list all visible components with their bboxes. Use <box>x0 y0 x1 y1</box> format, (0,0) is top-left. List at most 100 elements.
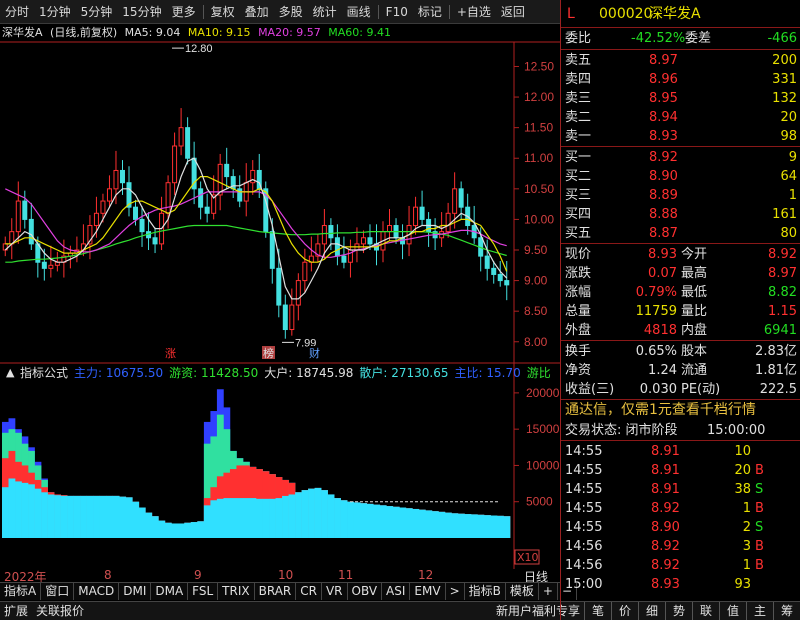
indicator-bar <box>216 498 224 538</box>
toolbar-item[interactable]: 统计 <box>308 0 342 24</box>
bid-price: 8.88 <box>649 207 678 222</box>
ask-label: 卖二 <box>565 110 592 125</box>
toolbar-item[interactable]: 分时 <box>0 0 34 24</box>
indicator-tab[interactable]: MACD <box>74 583 120 600</box>
ma10-line <box>5 176 508 272</box>
bid-row[interactable]: 买三 8.89 1 <box>561 186 800 205</box>
indicator-bar <box>386 506 394 538</box>
fund-value: 2.83亿 <box>755 344 797 359</box>
toolbar-item[interactable]: 叠加 <box>240 0 274 24</box>
bid-row[interactable]: 买五 8.87 80 <box>561 224 800 243</box>
indicator-tab[interactable]: OBV <box>348 583 383 600</box>
ask-row[interactable]: 卖四 8.96 331 <box>561 70 800 89</box>
indicator-bar <box>282 495 289 538</box>
tick-time: 14:55 <box>565 444 603 459</box>
ask-row[interactable]: 卖一 8.93 98 <box>561 127 800 146</box>
indicator-bar <box>67 495 74 538</box>
promo-text: 通达信，仅需1元查看千档行情 <box>565 402 756 418</box>
kline-chart-area[interactable]: 12.50 12.00 11.50 11.00 10.50 10.00 9.50 9.00 8.… <box>0 24 560 569</box>
candle <box>308 236 314 272</box>
toolbar-item[interactable]: 15分钟 <box>117 0 166 24</box>
indicator-bar <box>177 523 185 538</box>
ma5-value: MA5: 9.04 <box>124 26 181 39</box>
bid-row[interactable]: 买二 8.90 64 <box>561 167 800 186</box>
toolbar-item[interactable]: 返回 <box>496 0 530 24</box>
chart-mode[interactable]: (日线,前复权) <box>50 26 117 39</box>
indicator-bar <box>295 492 302 538</box>
tick-price: 8.92 <box>651 558 680 573</box>
extreme-label: 12.80 <box>185 43 213 55</box>
level2-promo[interactable]: 通达信，仅需1元查看千档行情 <box>561 401 800 420</box>
tick-volume: 2 <box>742 520 751 535</box>
indicator-expand-icon[interactable]: ▲ <box>6 366 15 379</box>
stat-label: 总量 <box>565 304 592 319</box>
indicator-bar <box>321 490 328 538</box>
indicator-tab[interactable]: 窗口 <box>41 583 75 600</box>
candle <box>400 224 406 260</box>
zhuli-value: 主力: 10675.50 <box>74 366 163 380</box>
weicha-label: 委差 <box>685 31 712 46</box>
toolbar-item[interactable]: 复权 <box>206 0 240 24</box>
candle <box>159 196 165 250</box>
bid-price: 8.89 <box>649 188 678 203</box>
ask-row[interactable]: 卖二 8.94 20 <box>561 108 800 127</box>
bid-price: 8.92 <box>649 150 678 165</box>
indicator-bar <box>444 512 452 538</box>
candle <box>243 163 249 217</box>
indicator-tab-bar: 指标A 窗口 MACD DMI DMA FSL TRIX BRAR CR VR OBV ASI EMV >… <box>0 582 578 600</box>
toolbar-item[interactable]: F10 <box>381 0 413 24</box>
ask-row[interactable]: 卖三 8.95 132 <box>561 89 800 108</box>
indicator-bar <box>93 495 100 538</box>
status-left-item[interactable]: 扩展 <box>0 602 32 620</box>
candle <box>302 248 308 293</box>
indicator-tab[interactable]: + <box>539 583 558 600</box>
event-marker-label: 涨 <box>165 347 176 360</box>
trade-status-label: 交易状态: 闭市阶段 <box>565 423 678 438</box>
toolbar-item[interactable]: 1分钟 <box>34 0 76 24</box>
bid-price: 8.87 <box>649 226 678 241</box>
indicator-tab[interactable]: 指标A <box>0 583 42 600</box>
status-left-item[interactable]: 关联报价 <box>32 602 88 620</box>
candle <box>74 236 80 263</box>
bid-row[interactable]: 买四 8.88 161 <box>561 205 800 224</box>
toolbar-item[interactable]: 更多 <box>167 0 201 24</box>
ind-tick-label: 10000 <box>526 458 560 472</box>
candle <box>439 212 445 247</box>
indicator-tab[interactable]: CR <box>296 583 322 600</box>
indicator-tab[interactable]: DMA <box>151 583 189 600</box>
toolbar-item[interactable]: +自选 <box>452 0 496 24</box>
toolbar-item[interactable]: 标记 <box>413 0 447 24</box>
toolbar-item[interactable]: 5分钟 <box>76 0 118 24</box>
indicator-tab[interactable]: > <box>446 583 465 600</box>
tick-price: 8.92 <box>651 501 680 516</box>
toolbar-item[interactable]: 画线 <box>342 0 376 24</box>
indicator-tab[interactable]: FSL <box>188 583 219 600</box>
bid-row[interactable]: 买一 8.92 9 <box>561 148 800 167</box>
indicator-tab[interactable]: 指标B <box>465 583 506 600</box>
indicator-tab[interactable]: ASI <box>382 583 411 600</box>
candle <box>22 190 28 229</box>
indicator-tab[interactable]: EMV <box>410 583 446 600</box>
ask-row[interactable]: 卖五 8.97 200 <box>561 51 800 70</box>
tick-volume: 93 <box>734 577 751 592</box>
toolbar-separator <box>448 4 450 19</box>
indicator-bar <box>2 487 9 538</box>
stat-row: 总量 11759 量比 1.15 <box>561 302 800 321</box>
toolbar-item[interactable]: 多股 <box>274 0 308 24</box>
tick-side: S <box>755 482 764 497</box>
bid-label: 买三 <box>565 188 592 203</box>
indicator-tab[interactable]: BRAR <box>255 583 297 600</box>
tick-volume: 20 <box>734 463 751 478</box>
indicator-tab[interactable]: TRIX <box>218 583 255 600</box>
indicator-tab[interactable]: 模板 <box>506 583 539 600</box>
ask-price: 8.94 <box>649 110 678 125</box>
ask-price: 8.96 <box>649 72 678 87</box>
candle <box>230 169 236 198</box>
indicator-tab[interactable]: VR <box>322 583 348 600</box>
indicator-tab[interactable]: DMI <box>119 583 152 600</box>
ask-volume: 132 <box>772 91 797 106</box>
candle <box>48 245 54 278</box>
event-marker-label: 财 <box>309 346 320 360</box>
candle <box>465 193 471 235</box>
stock-name: 深华发A <box>649 6 701 22</box>
